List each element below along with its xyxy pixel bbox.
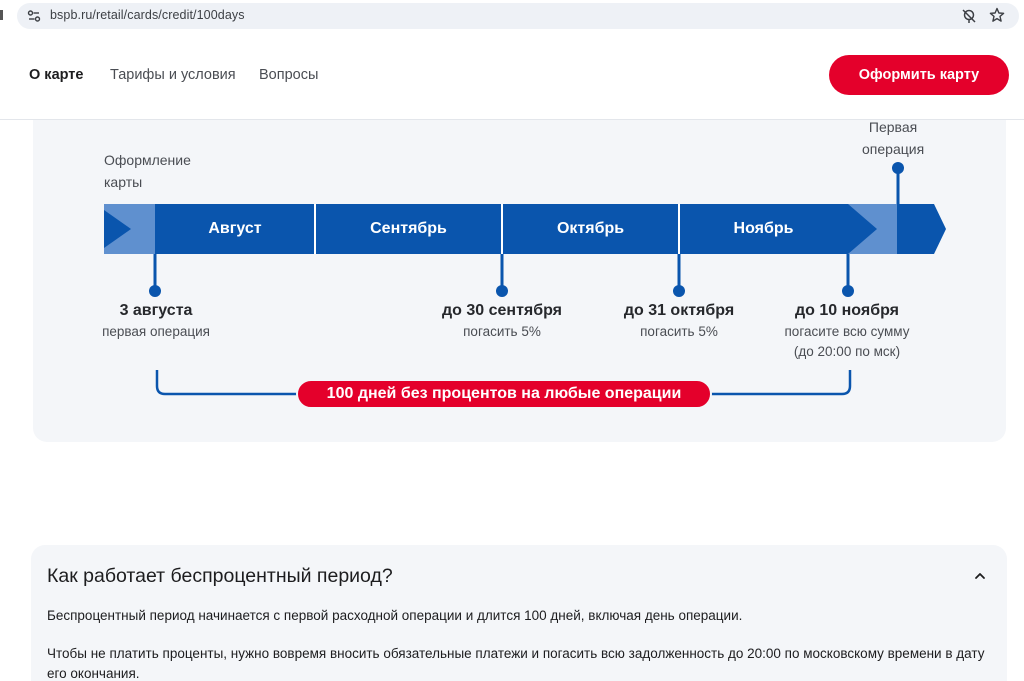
site-settings-icon[interactable] [27, 9, 41, 23]
faq-question[interactable]: Как работает беспроцентный период? [47, 565, 393, 588]
milestone-note: первая операция [102, 324, 210, 339]
month-label-november: Ноябрь [733, 220, 794, 237]
milestone-date: до 10 ноября [795, 302, 899, 319]
start-label-line2: карты [104, 174, 143, 190]
star-bookmark-icon[interactable] [989, 7, 1005, 23]
start-label-line1: Оформление [104, 152, 191, 168]
start-label: Оформление карты [104, 149, 191, 193]
browser-address-bar: bspb.ru/retail/cards/credit/100days [0, 0, 1024, 34]
milestone-2: до 30 сентября погасить 5% [402, 302, 602, 342]
end-label-line1: Первая [868, 119, 918, 135]
milestone-4: до 10 ноября погасите всю сумму (до 20:0… [757, 302, 937, 362]
tracking-blocked-icon[interactable] [961, 8, 977, 24]
milestone-note-extra: (до 20:00 по мск) [793, 344, 901, 359]
nav-questions[interactable]: Вопросы [259, 67, 318, 83]
milestone-note: погасите всю сумму [784, 324, 910, 339]
milestone-note: погасить 5% [640, 324, 718, 339]
end-label-line2: операция [862, 141, 925, 157]
chevron-up-icon[interactable] [972, 568, 988, 584]
nav-about-card[interactable]: О карте [29, 67, 83, 83]
faq-answer-paragraph: Беспроцентный период начинается с первой… [47, 608, 743, 623]
interest-free-badge: 100 дней без процентов на любые операции [296, 379, 712, 409]
milestone-note: погасить 5% [463, 324, 541, 339]
faq-answer-paragraph: Чтобы не платить проценты, нужно вовремя… [47, 646, 985, 681]
nav-tariffs[interactable]: Тарифы и условия [110, 67, 236, 83]
site-header: О карте Тарифы и условия Вопросы Оформит… [0, 34, 1024, 120]
milestone-date: 3 августа [119, 302, 193, 319]
milestone-date: до 31 октября [623, 302, 735, 319]
end-label: Первая операция [862, 116, 924, 160]
url-text[interactable]: bspb.ru/retail/cards/credit/100days [50, 8, 245, 22]
window-edge-marker [0, 10, 3, 20]
order-card-button[interactable]: Оформить карту [829, 55, 1009, 95]
month-label-september: Сентябрь [370, 220, 447, 237]
month-label-august: Август [208, 220, 262, 237]
month-label-october: Октябрь [556, 220, 625, 237]
milestone-date: до 30 сентября [441, 302, 563, 319]
milestone-1: 3 августа первая операция [56, 302, 256, 342]
milestone-3: до 31 октября погасить 5% [589, 302, 769, 342]
